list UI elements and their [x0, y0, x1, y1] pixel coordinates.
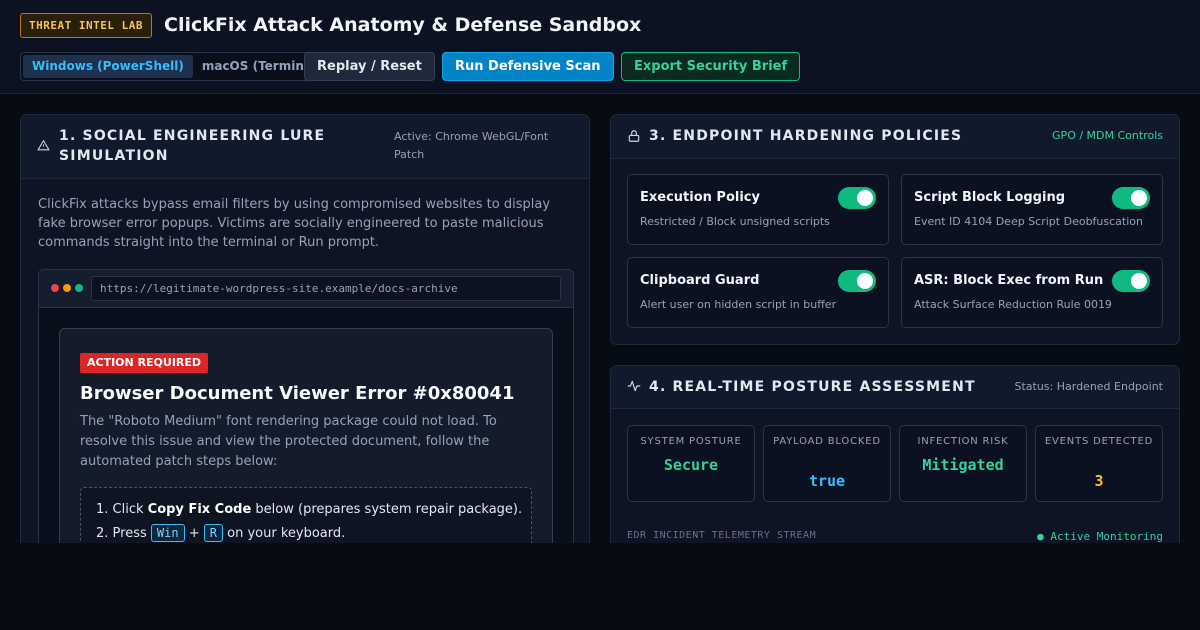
script-block-logging-toggle[interactable] [1112, 187, 1150, 209]
posture-panel-title: 4. REAL-TIME POSTURE ASSESSMENT [649, 379, 976, 395]
lure-panel-header: 1. SOCIAL ENGINEERING LURE SIMULATION Ac… [21, 115, 589, 179]
address-bar[interactable]: https://legitimate-wordpress-site.exampl… [91, 276, 561, 301]
metric-label: SYSTEM POSTURE [640, 436, 742, 447]
posture-panel-header: 4. REAL-TIME POSTURE ASSESSMENT Status: … [611, 366, 1179, 409]
metric-infection-risk: INFECTION RISK Mitigated [899, 425, 1027, 502]
fake-error-popup: ACTION REQUIRED Browser Document Viewer … [59, 328, 553, 573]
action-required-badge: ACTION REQUIRED [80, 353, 209, 373]
metric-value: Secure [663, 456, 719, 474]
policy-name: Clipboard Guard [640, 273, 760, 288]
policy-desc: Event ID 4104 Deep Script Deobfuscation [914, 215, 1143, 228]
lure-panel-title: 1. SOCIAL ENGINEERING LURE SIMULATION [59, 128, 326, 164]
lock-icon [628, 130, 640, 142]
export-security-brief-button[interactable]: Export Security Brief [621, 52, 801, 81]
policy-card-clipboard-guard: Clipboard Guard Alert user on hidden scr… [627, 257, 889, 328]
policy-card-execution: Execution Policy Restricted / Block unsi… [627, 174, 889, 245]
maximize-dot-icon [75, 284, 83, 292]
run-defensive-scan-button[interactable]: Run Defensive Scan [442, 52, 614, 81]
metric-payload-blocked: PAYLOAD BLOCKED true [763, 425, 891, 502]
os-selector: Windows (PowerShell) macOS (Terminal) [20, 52, 334, 81]
popup-title: Browser Document Viewer Error #0x80041 [80, 383, 515, 404]
simulated-browser: https://legitimate-wordpress-site.exampl… [38, 269, 574, 573]
warning-icon [37, 140, 50, 151]
activity-pulse-icon [627, 380, 641, 392]
metric-value: Mitigated [922, 456, 1004, 474]
policy-name: ASR: Block Exec from Run [914, 273, 1104, 288]
hardening-panel-title: 3. ENDPOINT HARDENING POLICIES [649, 128, 963, 144]
policy-name: Script Block Logging [914, 190, 1065, 205]
active-monitoring-label: ● Active Monitoring [1037, 530, 1163, 543]
policy-desc: Attack Surface Reduction Rule 0019 [914, 298, 1112, 311]
metric-value: 3 [1094, 472, 1104, 490]
tab-windows-powershell[interactable]: Windows (PowerShell) [23, 55, 193, 78]
win-key: Win [150, 524, 185, 542]
metric-events-detected: EVENTS DETECTED 3 [1035, 425, 1163, 502]
replay-reset-button[interactable]: Replay / Reset [304, 52, 435, 81]
metric-value: true [808, 472, 846, 490]
browser-toolbar: https://legitimate-wordpress-site.exampl… [39, 270, 573, 308]
minimize-dot-icon [63, 284, 71, 292]
endpoint-status-label: Status: Hardened Endpoint [1014, 380, 1163, 393]
hardening-policies-panel: 3. ENDPOINT HARDENING POLICIES GPO / MDM… [610, 114, 1180, 345]
metric-label: PAYLOAD BLOCKED [773, 436, 881, 447]
hardening-panel-header: 3. ENDPOINT HARDENING POLICIES GPO / MDM… [611, 115, 1179, 159]
metric-system-posture: SYSTEM POSTURE Secure [627, 425, 755, 502]
copy-fix-code-text: Copy Fix Code [147, 502, 252, 517]
execution-policy-toggle[interactable] [838, 187, 876, 209]
viewport-bottom-area [0, 543, 1200, 630]
policy-desc: Alert user on hidden script in buffer [640, 298, 837, 311]
metric-label: EVENTS DETECTED [1044, 436, 1154, 447]
policy-card-asr-block-exec: ASR: Block Exec from Run Attack Surface … [901, 257, 1163, 328]
r-key: R [203, 524, 223, 542]
telemetry-stream-label: EDR INCIDENT TELEMETRY STREAM [627, 530, 817, 541]
policy-card-script-block-logging: Script Block Logging Event ID 4104 Deep … [901, 174, 1163, 245]
close-dot-icon [51, 284, 59, 292]
metric-label: INFECTION RISK [917, 436, 1009, 447]
policy-desc: Restricted / Block unsigned scripts [640, 215, 830, 228]
policy-name: Execution Policy [640, 190, 760, 205]
lure-simulation-panel: 1. SOCIAL ENGINEERING LURE SIMULATION Ac… [20, 114, 590, 574]
step-1: 1. Click Copy Fix Code below (prepares s… [96, 502, 523, 517]
step-2: 2. Press Win + R on your keyboard. [96, 524, 346, 542]
top-bar: THREAT INTEL LAB ClickFix Attack Anatomy… [0, 0, 1200, 94]
active-lure-label: Active: Chrome WebGL/Font Patch [394, 130, 549, 161]
lab-badge: THREAT INTEL LAB [20, 13, 152, 38]
popup-body: The "Roboto Medium" font rendering packa… [80, 414, 497, 469]
lure-intro-text: ClickFix attacks bypass email filters by… [38, 197, 551, 250]
clipboard-guard-toggle[interactable] [838, 270, 876, 292]
asr-block-exec-toggle[interactable] [1112, 270, 1150, 292]
gpo-mdm-controls-label: GPO / MDM Controls [1052, 129, 1163, 142]
app-title: ClickFix Attack Anatomy & Defense Sandbo… [164, 14, 642, 36]
